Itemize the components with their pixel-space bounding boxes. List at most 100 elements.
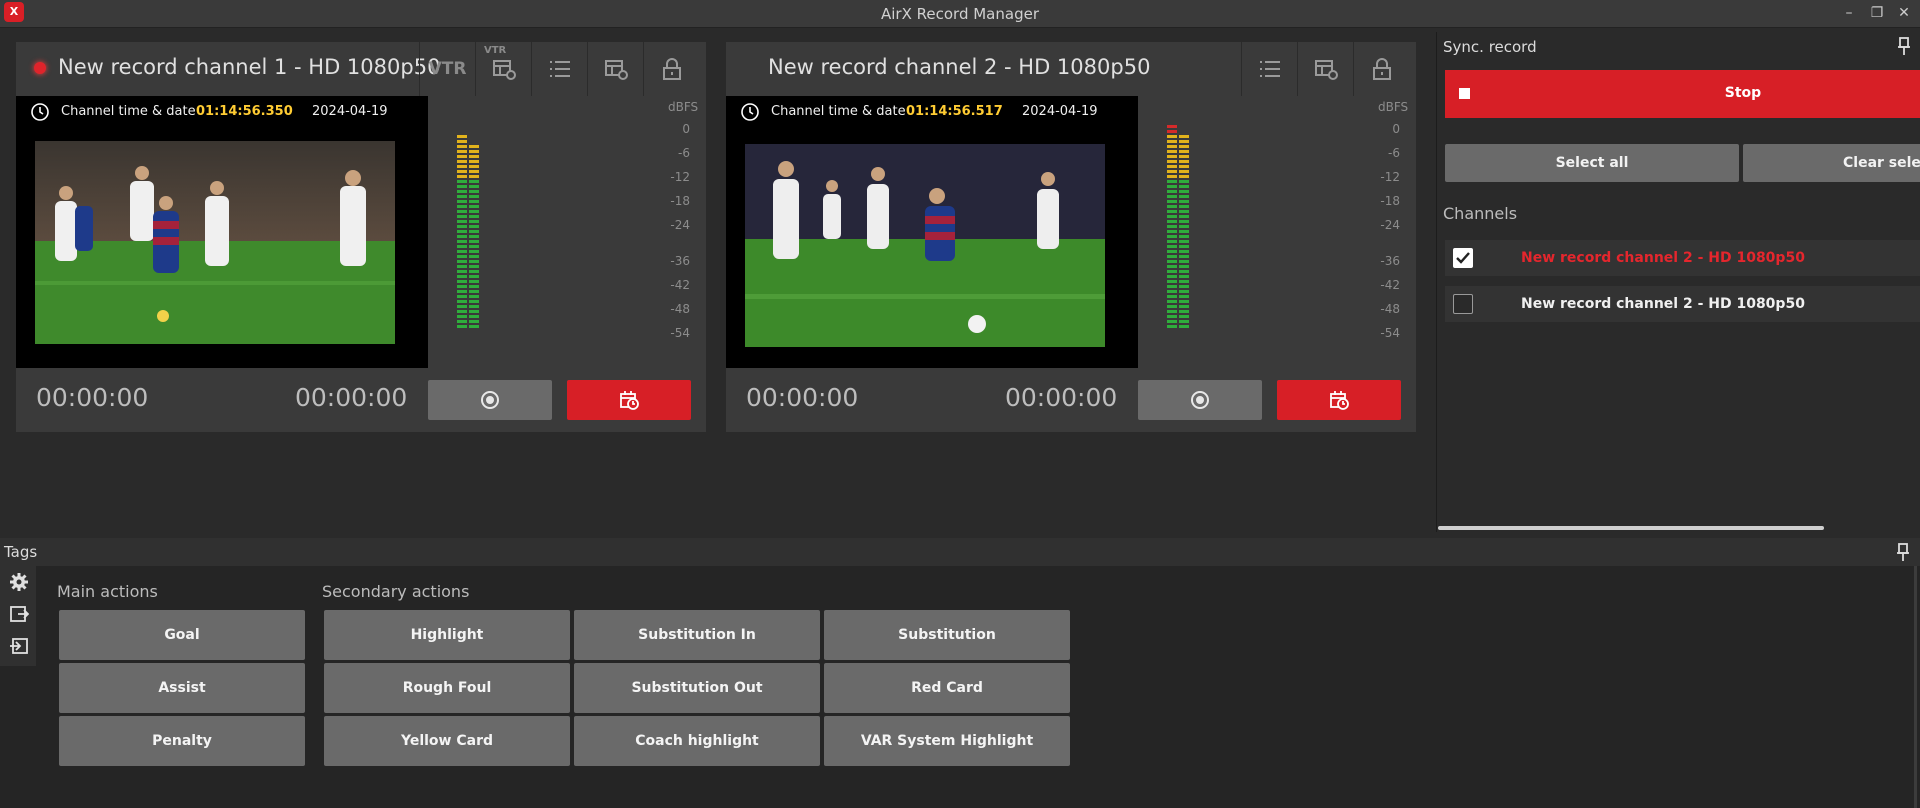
meter-segment xyxy=(1179,325,1189,328)
tag-button[interactable]: Rough Foul xyxy=(324,663,570,713)
lock-button[interactable] xyxy=(643,42,699,96)
tag-button[interactable]: Red Card xyxy=(824,663,1070,713)
schedule-record-button[interactable] xyxy=(567,380,691,420)
vtr-button[interactable]: VTR xyxy=(419,42,475,96)
meter-segment xyxy=(1263,225,1273,228)
meter-segment xyxy=(1287,225,1297,228)
meter-segment xyxy=(493,290,503,293)
meter-segment xyxy=(1335,110,1345,113)
list-button[interactable] xyxy=(1241,42,1297,96)
gear-icon[interactable] xyxy=(9,572,29,592)
meter-segment xyxy=(1215,255,1225,258)
table-view-button[interactable] xyxy=(1297,42,1353,96)
table-view-button[interactable] xyxy=(587,42,643,96)
meter-segment xyxy=(577,160,587,163)
meter-segment xyxy=(1251,145,1261,148)
meter-segment xyxy=(481,180,491,183)
meter-segment xyxy=(1179,210,1189,213)
clear-selection-button[interactable]: Clear selecti xyxy=(1743,144,1920,182)
pin-icon[interactable] xyxy=(1895,36,1913,56)
meter-segment xyxy=(589,175,599,178)
tag-button[interactable]: Substitution In xyxy=(574,610,820,660)
meter-segment xyxy=(1179,240,1189,243)
meter-segment xyxy=(1215,210,1225,213)
meter-segment xyxy=(493,320,503,323)
meter-segment xyxy=(1179,195,1189,198)
meter-segment xyxy=(529,215,539,218)
meter-segment xyxy=(601,150,611,153)
tag-button[interactable]: Substitution Out xyxy=(574,663,820,713)
record-button[interactable] xyxy=(1138,380,1262,420)
meter-segment xyxy=(1179,180,1189,183)
list-button[interactable] xyxy=(531,42,587,96)
close-button[interactable]: ✕ xyxy=(1893,2,1915,24)
meter-segment xyxy=(481,310,491,313)
tag-button[interactable]: Goal xyxy=(59,610,305,660)
meter-segment xyxy=(541,175,551,178)
schedule-record-button[interactable] xyxy=(1277,380,1401,420)
meter-segment xyxy=(565,115,575,118)
lock-button[interactable] xyxy=(1353,42,1409,96)
channel-checkbox[interactable] xyxy=(1453,294,1473,314)
meter-segment xyxy=(505,190,515,193)
meter-segment xyxy=(1335,320,1345,323)
meter-segment xyxy=(1311,295,1321,298)
sync-channel-row[interactable]: New record channel 2 - HD 1080p50 xyxy=(1445,240,1920,276)
meter-segment xyxy=(517,310,527,313)
meter-segment xyxy=(1191,200,1201,203)
meter-segment xyxy=(529,225,539,228)
meter-segment xyxy=(517,275,527,278)
restore-button[interactable]: ❐ xyxy=(1866,2,1888,24)
meter-segment xyxy=(493,155,503,158)
meter-segment xyxy=(517,215,527,218)
meter-segment xyxy=(601,325,611,328)
channel-checkbox[interactable] xyxy=(1453,248,1473,268)
meter-segment xyxy=(469,130,479,133)
meter-segment xyxy=(1275,280,1285,283)
meter-segment xyxy=(1323,290,1333,293)
meter-segment xyxy=(481,325,491,328)
record-button[interactable] xyxy=(428,380,552,420)
meter-segment xyxy=(469,210,479,213)
meter-segment xyxy=(457,285,467,288)
vtr-schedule-button[interactable]: VTR xyxy=(475,42,531,96)
tag-button[interactable]: Substitution xyxy=(824,610,1070,660)
meter-segment xyxy=(625,200,635,203)
meter-segment xyxy=(589,290,599,293)
meter-segment xyxy=(625,270,635,273)
meter-segment xyxy=(457,185,467,188)
tag-button[interactable]: Assist xyxy=(59,663,305,713)
stop-button[interactable]: Stop xyxy=(1445,70,1920,118)
meter-segment xyxy=(1179,305,1189,308)
tag-button[interactable]: Penalty xyxy=(59,716,305,766)
meter-segment xyxy=(1191,255,1201,258)
meter-segment xyxy=(1299,270,1309,273)
sync-channel-row[interactable]: New record channel 2 - HD 1080p50 xyxy=(1445,286,1920,322)
meter-segment xyxy=(517,290,527,293)
meter-segment xyxy=(577,115,587,118)
meter-segment xyxy=(1227,305,1237,308)
tag-button[interactable]: VAR System Highlight xyxy=(824,716,1070,766)
meter-segment xyxy=(589,195,599,198)
horizontal-scrollbar[interactable] xyxy=(1438,526,1824,530)
export-icon[interactable] xyxy=(9,604,29,624)
meter-segment xyxy=(517,245,527,248)
meter-segment xyxy=(505,125,515,128)
meter-segment xyxy=(493,230,503,233)
meter-segment xyxy=(1215,230,1225,233)
pin-icon[interactable] xyxy=(1894,542,1912,562)
video-frame xyxy=(745,144,1105,347)
import-icon[interactable] xyxy=(9,636,29,656)
select-all-button[interactable]: Select all xyxy=(1445,144,1739,182)
meter-segment xyxy=(589,310,599,313)
tag-button[interactable]: Coach highlight xyxy=(574,716,820,766)
meter-segment xyxy=(1311,135,1321,138)
meter-segment xyxy=(1191,245,1201,248)
tag-button[interactable]: Highlight xyxy=(324,610,570,660)
meter-segment xyxy=(625,120,635,123)
vertical-scrollbar[interactable] xyxy=(1914,566,1917,808)
meter-segment xyxy=(565,285,575,288)
minimize-button[interactable]: – xyxy=(1838,2,1860,24)
tag-button[interactable]: Yellow Card xyxy=(324,716,570,766)
meter-segment xyxy=(505,270,515,273)
